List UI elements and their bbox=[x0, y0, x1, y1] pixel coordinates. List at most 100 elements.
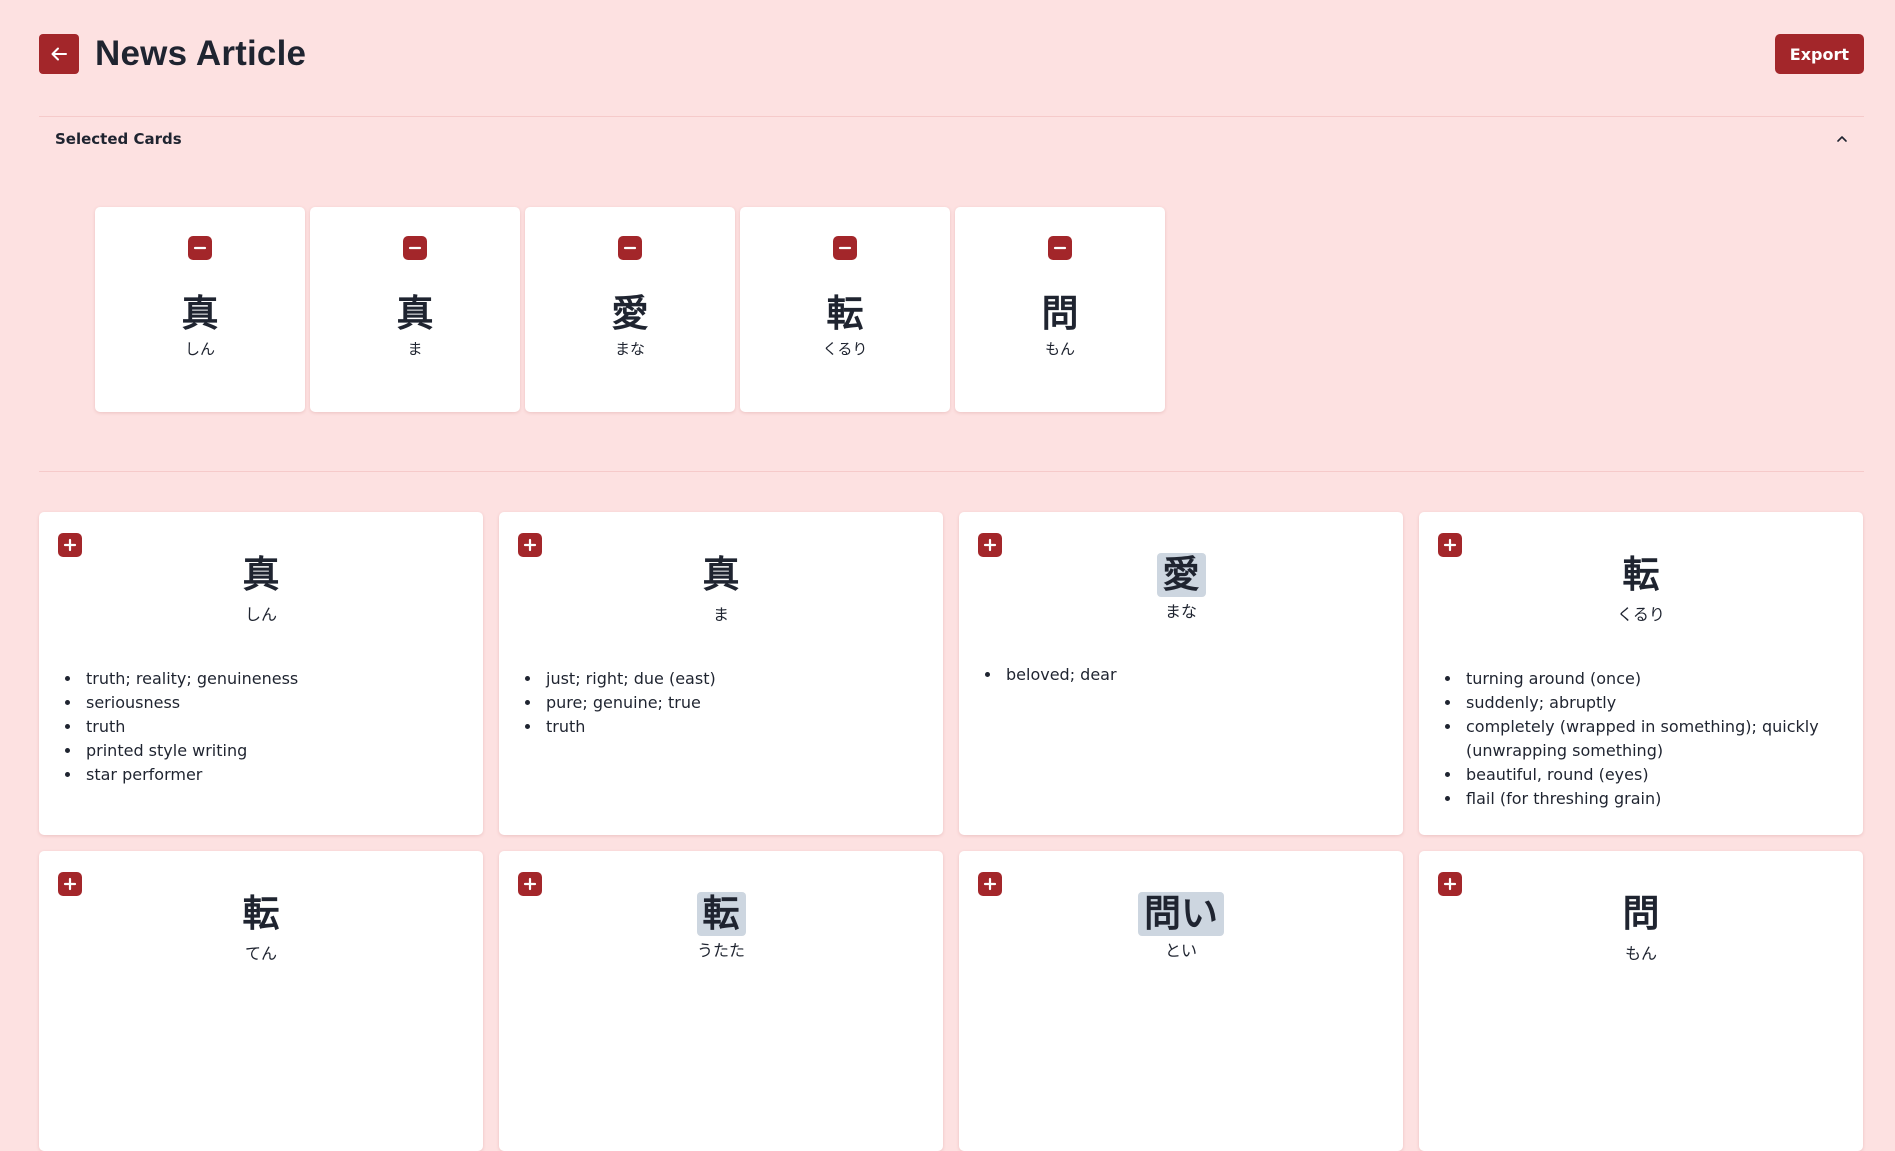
result-card: 真しん truth; reality; genuinenessseriousnes… bbox=[39, 512, 483, 835]
card-reading: とい bbox=[1164, 941, 1197, 960]
add-card-button[interactable] bbox=[58, 533, 82, 557]
plus-icon bbox=[523, 538, 537, 552]
remove-card-button[interactable] bbox=[403, 236, 427, 260]
add-card-button[interactable] bbox=[518, 872, 542, 896]
result-card: 転てん bbox=[39, 851, 483, 1151]
remove-card-button[interactable] bbox=[1048, 236, 1072, 260]
minus-icon bbox=[838, 246, 852, 250]
plus-icon bbox=[523, 877, 537, 891]
results-grid: 真しん truth; reality; genuinenessseriousnes… bbox=[39, 512, 1863, 1151]
result-card: 真ま just; right; due (east)pure; genuine; … bbox=[499, 512, 943, 835]
plus-icon bbox=[1443, 877, 1457, 891]
definition-item: truth bbox=[82, 715, 465, 739]
card-reading: もん bbox=[1624, 944, 1657, 963]
minus-icon bbox=[193, 246, 207, 250]
plus-icon bbox=[983, 877, 997, 891]
plus-icon bbox=[983, 538, 997, 552]
selected-cards-panel: Selected Cards 真しん真ま愛まな転くるり問もん bbox=[39, 116, 1864, 472]
selected-card-reading: もん bbox=[1044, 340, 1075, 358]
selected-card: 真ま bbox=[310, 207, 520, 412]
add-card-button[interactable] bbox=[1438, 872, 1462, 896]
card-kanji: 問い bbox=[1138, 892, 1224, 936]
result-card: 問い とい bbox=[959, 851, 1403, 1151]
definition-item: printed style writing bbox=[82, 739, 465, 763]
export-button[interactable]: Export bbox=[1774, 34, 1864, 74]
remove-card-button[interactable] bbox=[618, 236, 642, 260]
card-kanji: 転 bbox=[1622, 553, 1660, 596]
card-kanji: 真 bbox=[702, 553, 740, 596]
add-card-button[interactable] bbox=[58, 872, 82, 896]
result-card: 問もん bbox=[1419, 851, 1863, 1151]
definition-item: beloved; dear bbox=[1002, 663, 1385, 687]
result-card: 愛まな beloved; dear bbox=[959, 512, 1403, 835]
plus-icon bbox=[63, 877, 77, 891]
card-reading: くるり bbox=[1617, 605, 1665, 624]
selected-card: 真しん bbox=[95, 207, 305, 412]
add-card-button[interactable] bbox=[978, 872, 1002, 896]
definition-item: suddenly; abruptly bbox=[1462, 691, 1845, 715]
card-kanji: 転 bbox=[242, 892, 280, 935]
card-kanji: 真 bbox=[242, 553, 280, 596]
selected-card-kanji: 真 bbox=[396, 292, 434, 335]
card-head: 愛まな bbox=[959, 512, 1403, 622]
panel-title: Selected Cards bbox=[55, 130, 182, 148]
add-card-button[interactable] bbox=[518, 533, 542, 557]
remove-card-button[interactable] bbox=[833, 236, 857, 260]
card-head: 転てん bbox=[39, 851, 483, 964]
card-kanji: 問 bbox=[1622, 892, 1660, 935]
selected-card-kanji: 転 bbox=[826, 292, 864, 335]
definition-list: just; right; due (east)pure; genuine; tr… bbox=[522, 667, 925, 739]
chevron-up-icon bbox=[1837, 136, 1847, 142]
page-title: News Article bbox=[95, 34, 307, 73]
selected-card-kanji: 愛 bbox=[611, 292, 649, 335]
card-head: 問もん bbox=[1419, 851, 1863, 964]
selected-card: 転くるり bbox=[740, 207, 950, 412]
minus-icon bbox=[623, 246, 637, 250]
card-reading: てん bbox=[244, 944, 277, 963]
add-card-button[interactable] bbox=[978, 533, 1002, 557]
result-card: 転くるり turning around (once)suddenly; abrup… bbox=[1419, 512, 1863, 835]
back-button[interactable] bbox=[39, 34, 79, 74]
result-card: 転うたた bbox=[499, 851, 943, 1151]
selected-cards-toggle[interactable]: Selected Cards bbox=[39, 117, 1864, 161]
selected-cards-list: 真しん真ま愛まな転くるり問もん bbox=[95, 207, 1165, 412]
definition-item: truth bbox=[542, 715, 925, 739]
definition-item: just; right; due (east) bbox=[542, 667, 925, 691]
card-reading: ま bbox=[712, 605, 729, 624]
definition-list: beloved; dear bbox=[982, 663, 1385, 687]
definition-item: pure; genuine; true bbox=[542, 691, 925, 715]
card-kanji: 愛 bbox=[1156, 553, 1206, 597]
card-kanji: 転 bbox=[696, 892, 746, 936]
definition-list: truth; reality; genuinenessseriousnesstr… bbox=[62, 667, 465, 787]
selected-card-reading: まな bbox=[614, 340, 645, 358]
minus-icon bbox=[1053, 246, 1067, 250]
definition-item: completely (wrapped in something); quick… bbox=[1462, 715, 1845, 763]
selected-card-kanji: 問 bbox=[1041, 292, 1079, 335]
card-reading: うたた bbox=[696, 941, 745, 960]
minus-icon bbox=[408, 246, 422, 250]
definition-item: beautiful, round (eyes) bbox=[1462, 763, 1845, 787]
remove-card-button[interactable] bbox=[188, 236, 212, 260]
card-head: 転うたた bbox=[499, 851, 943, 961]
page-header: News Article Export bbox=[39, 34, 1864, 74]
card-head: 真ま bbox=[499, 512, 943, 625]
selected-card-reading: しん bbox=[184, 340, 215, 358]
arrow-left-icon bbox=[51, 47, 67, 61]
card-reading: まな bbox=[1164, 602, 1197, 621]
header-left: News Article bbox=[39, 34, 306, 74]
plus-icon bbox=[1443, 538, 1457, 552]
definition-list: turning around (once)suddenly; abruptlyc… bbox=[1442, 667, 1845, 811]
definition-item: star performer bbox=[82, 763, 465, 787]
definition-item: seriousness bbox=[82, 691, 465, 715]
selected-card-kanji: 真 bbox=[181, 292, 219, 335]
definition-item: flail (for threshing grain) bbox=[1462, 787, 1845, 811]
definition-item: turning around (once) bbox=[1462, 667, 1845, 691]
selected-card-reading: ま bbox=[407, 340, 423, 358]
selected-card: 愛まな bbox=[525, 207, 735, 412]
card-head: 真しん bbox=[39, 512, 483, 625]
card-reading: しん bbox=[244, 605, 277, 624]
definition-item: truth; reality; genuineness bbox=[82, 667, 465, 691]
selected-card: 問もん bbox=[955, 207, 1165, 412]
card-head: 転くるり bbox=[1419, 512, 1863, 625]
add-card-button[interactable] bbox=[1438, 533, 1462, 557]
